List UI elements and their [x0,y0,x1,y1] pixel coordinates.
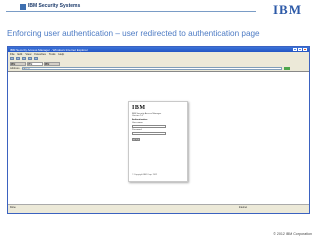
browser-window: IBM Security Access Manager - Windows In… [7,46,310,214]
menu-favorites[interactable]: Favorites [34,52,46,56]
password-input[interactable] [132,132,166,135]
brand-name: IBM Security Systems [28,3,81,9]
status-text: Done [10,205,16,209]
go-icon[interactable] [283,67,290,70]
minimize-button[interactable] [293,48,297,51]
tab-3[interactable]: IBM [44,62,60,66]
status-bar: Done Internet [8,204,309,209]
header-divider [6,11,256,12]
forward-icon[interactable] [16,57,20,60]
auth-heading: Authentication [132,119,148,121]
brand-logo-icon [20,4,26,10]
login-ibm-logo: IBM [132,105,146,111]
tab-1[interactable]: IBM [10,62,26,66]
password-label: Password [132,129,142,131]
menu-edit[interactable]: Edit [18,52,23,56]
window-title: IBM Security Access Manager - Windows In… [10,47,88,52]
slide-footer: © 2012 IBM Corporation [273,232,312,236]
login-panel: IBM IBM Security Access Manager Version … [128,101,188,182]
slide-header: IBM Security Systems IBM [0,0,320,26]
status-zone: Internet [238,205,247,209]
login-button[interactable]: Log in [132,138,140,141]
product-version: Version 7.0 [132,115,143,117]
username-label: User name [132,122,143,124]
tab-2[interactable]: IBM [27,62,43,66]
login-copyright: © Copyright IBM Corp. 2012 [132,174,158,176]
address-input[interactable]: https:// [21,67,282,70]
page-content: IBM IBM Security Access Manager Version … [8,71,309,209]
menu-file[interactable]: File [10,52,15,56]
back-icon[interactable] [10,57,14,60]
menu-view[interactable]: View [25,52,31,56]
menu-tools[interactable]: Tools [49,52,56,56]
address-label: Address [10,67,20,70]
slide-title: Enforcing user authentication – user red… [7,29,260,38]
menu-help[interactable]: Help [58,52,64,56]
username-input[interactable] [132,125,166,128]
stop-icon[interactable] [22,57,26,60]
maximize-button[interactable] [298,48,302,51]
close-button[interactable] [303,48,307,51]
home-icon[interactable] [34,57,38,60]
ibm-logo: IBM [273,2,302,17]
refresh-icon[interactable] [28,57,32,60]
